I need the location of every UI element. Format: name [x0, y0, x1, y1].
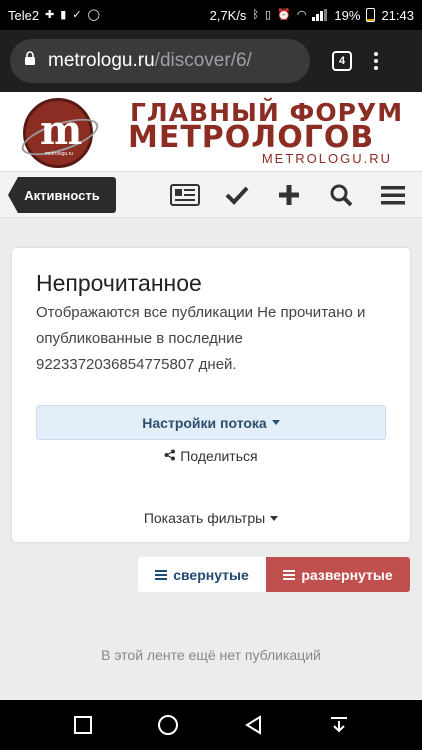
battery-icon [366, 8, 376, 22]
activity-button[interactable]: Активность [8, 177, 116, 213]
expanded-view-button[interactable]: развернутые [266, 557, 410, 592]
wifi-icon: ◠ [296, 8, 307, 21]
empty-feed-message: В этой ленте ещё нет публикаций [101, 647, 321, 663]
share-link[interactable]: Поделиться [12, 448, 410, 464]
header-title-line2: МЕТРОЛОГОВ [128, 120, 375, 155]
caret-down-icon [271, 420, 280, 425]
unread-card: Непрочитанное Отображаются все публикаци… [12, 248, 410, 542]
plus-icon[interactable] [274, 180, 304, 210]
caret-down-icon [270, 515, 279, 521]
menu-icon[interactable] [378, 180, 408, 210]
bluetooth-icon: ᛒ [252, 8, 260, 21]
news-icon[interactable] [170, 180, 200, 210]
show-filters-button[interactable]: Показать фильтры [12, 510, 410, 526]
browser-toolbar: metrologu.ru/discover/6/ 4 [0, 30, 422, 92]
view-toggle: свернутые развернутые [138, 557, 410, 592]
lock-icon [24, 50, 36, 72]
recent-apps-icon[interactable] [72, 714, 94, 736]
battery-percent: 19% [334, 7, 361, 23]
site-logo[interactable]: m metrologu.ru [17, 98, 103, 168]
header-subtitle: METROLOGU.RU [261, 151, 392, 166]
expanded-view-label: развернутые [301, 566, 393, 583]
menu-icon [283, 569, 296, 580]
android-nav-bar [0, 700, 422, 750]
carrier-label: Tele2 [8, 7, 40, 23]
checkmark-icon: ✓ [72, 8, 82, 21]
share-icon [164, 448, 180, 464]
collapsed-view-label: свернутые [173, 566, 249, 583]
app-icon: ◯ [87, 8, 100, 21]
stream-settings-button[interactable]: Настройки потока [36, 405, 386, 440]
tab-switcher-button[interactable]: 4 [332, 51, 352, 71]
stream-settings-label: Настройки потока [142, 414, 267, 431]
notification-shade-icon[interactable] [328, 714, 350, 736]
page-title: Непрочитанное [36, 270, 202, 296]
home-icon[interactable] [157, 714, 179, 736]
list-icon [155, 569, 168, 580]
more-options-icon[interactable] [374, 52, 378, 70]
site-header: m metrologu.ru ГЛАВНЫЙ ФОРУМ МЕТРОЛОГОВ … [0, 92, 422, 172]
alarm-icon: ⏰ [277, 8, 291, 21]
show-filters-label: Показать фильтры [143, 510, 266, 526]
url-path: /discover/6/ [154, 50, 252, 71]
signal-icon [312, 9, 328, 21]
check-icon[interactable] [222, 180, 252, 210]
url-domain: metrologu.ru [48, 50, 155, 71]
vibrate-icon: ▯ [265, 8, 272, 21]
nav-bar: Активность [0, 172, 422, 218]
status-bar: Tele2 ✚ ▮ ✓ ◯ 2,7K/s ᛒ ▯ ⏰ ◠ 19% 21:43 [0, 0, 422, 30]
network-speed: 2,7K/s [209, 7, 247, 23]
search-icon[interactable] [326, 180, 356, 210]
alert-icon: ▮ [60, 8, 67, 21]
notification-icon: ✚ [45, 8, 55, 21]
page-description: Отображаются все публикации Не прочитано… [36, 304, 366, 373]
collapsed-view-button[interactable]: свернутые [138, 557, 266, 592]
logo-tag: metrologu.ru [44, 151, 74, 157]
share-label: Поделиться [180, 448, 258, 464]
address-bar[interactable]: metrologu.ru/discover/6/ [10, 39, 310, 83]
back-icon[interactable] [243, 714, 265, 736]
clock: 21:43 [381, 7, 414, 23]
tab-count: 4 [338, 55, 346, 67]
